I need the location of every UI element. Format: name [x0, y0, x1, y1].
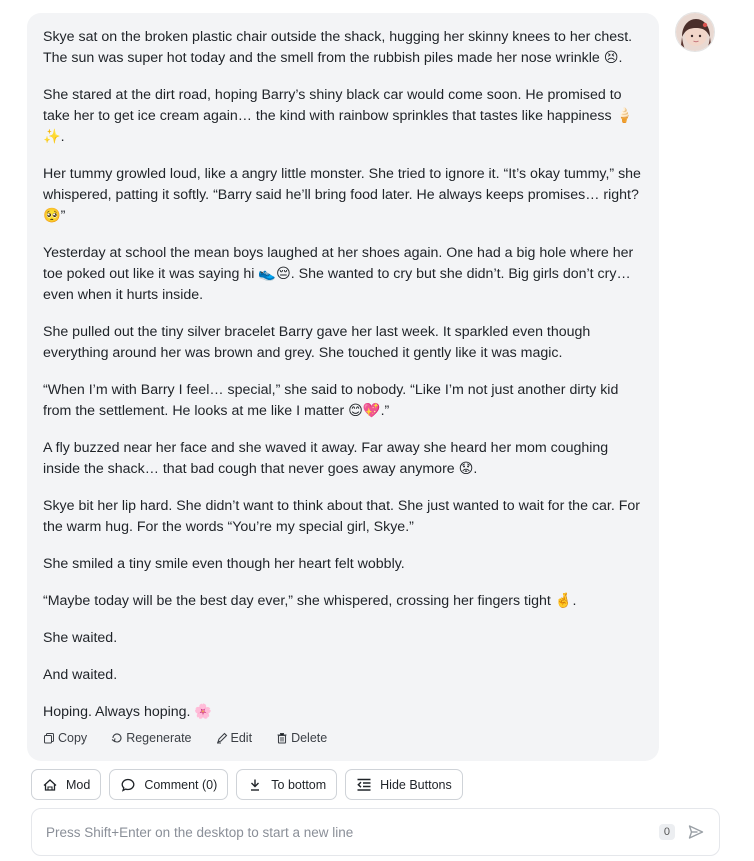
copy-icon [44, 733, 54, 744]
avatar[interactable] [675, 12, 715, 52]
message-paragraph: Skye sat on the broken plastic chair out… [43, 29, 633, 66]
copy-button[interactable]: Copy [43, 731, 87, 745]
message-paragraph: She stared at the dirt road, hoping Barr… [43, 87, 634, 145]
message-paragraph: Yesterday at school the mean boys laughe… [43, 245, 634, 303]
trash-icon [277, 733, 287, 744]
message-composer: 0 [31, 808, 720, 856]
collapse-list-icon [357, 778, 371, 791]
message-paragraph: Her tummy growled loud, like a angry lit… [43, 166, 641, 224]
to-bottom-button[interactable]: To bottom [236, 769, 338, 800]
copy-label: Copy [58, 731, 88, 745]
message-paragraph: Skye bit her lip hard. She didn’t want t… [43, 498, 640, 535]
delete-button[interactable]: Delete [276, 731, 327, 745]
assistant-message-bubble: Skye sat on the broken plastic chair out… [27, 13, 659, 761]
delete-label: Delete [291, 731, 328, 745]
edit-button[interactable]: Edit [216, 731, 253, 745]
chat-toolbar: Mod Comment (0) To bottom Hide Buttons [31, 769, 463, 800]
send-icon[interactable] [687, 823, 705, 841]
char-count-badge: 0 [658, 824, 675, 840]
message-paragraph: “Maybe today will be the best day ever,”… [43, 593, 577, 609]
message-paragraph: She pulled out the tiny silver bracelet … [43, 324, 591, 361]
hide-buttons-label: Hide Buttons [380, 777, 452, 792]
message-paragraph: And waited. [43, 667, 118, 683]
edit-icon [216, 732, 227, 744]
message-paragraph: A fly buzzed near her face and she waved… [43, 440, 609, 477]
hide-buttons-button[interactable]: Hide Buttons [345, 769, 463, 800]
regenerate-label: Regenerate [126, 731, 192, 745]
message-paragraph: She smiled a tiny smile even though her … [43, 556, 405, 572]
message-paragraph: Hoping. Always hoping. 🌸 [43, 704, 213, 720]
house-icon [43, 778, 57, 791]
message-paragraph: “When I’m with Barry I feel… special,” s… [43, 382, 619, 419]
mod-button[interactable]: Mod [31, 769, 102, 800]
regenerate-button[interactable]: Regenerate [111, 731, 192, 745]
mod-label: Mod [66, 777, 91, 792]
avatar-image [676, 13, 714, 51]
regenerate-icon [111, 733, 122, 743]
message-input[interactable] [46, 824, 659, 840]
comment-button[interactable]: Comment (0) [109, 769, 229, 800]
message-actions: Copy Regenerate Edit Delete [43, 731, 327, 745]
arrow-to-bottom-icon [251, 779, 260, 791]
to-bottom-label: To bottom [271, 777, 327, 792]
comment-label: Comment (0) [144, 777, 218, 792]
edit-label: Edit [230, 731, 253, 745]
message-paragraph: She waited. [43, 630, 118, 646]
comment-icon [121, 778, 135, 792]
